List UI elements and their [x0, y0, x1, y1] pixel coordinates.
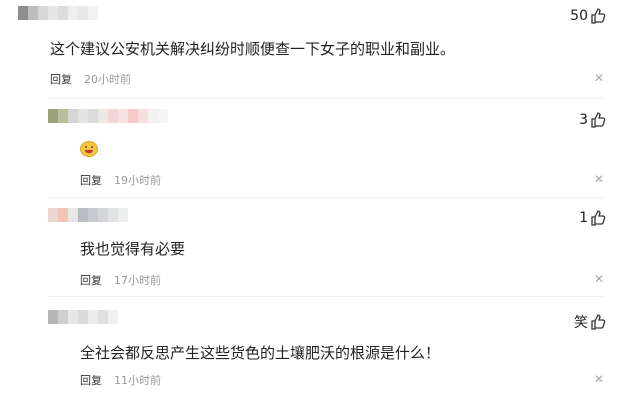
laughing-emoji-icon: [80, 141, 98, 157]
close-icon[interactable]: ✕: [594, 71, 604, 85]
close-icon[interactable]: ✕: [594, 272, 604, 286]
comment-meta: 回复 20小时前: [50, 71, 131, 87]
thumbs-up-icon: [591, 112, 606, 128]
close-icon[interactable]: ✕: [594, 172, 604, 186]
comment-text: 全社会都反思产生这些货色的土壤肥沃的根源是什么！: [80, 344, 441, 362]
thumbs-up-icon: [591, 8, 606, 24]
close-icon[interactable]: ✕: [594, 372, 604, 386]
comment-item: 50 这个建议公安机关解决纠纷时顺便查一下女子的职业和副业。 回复 20小时前 …: [0, 0, 640, 95]
timestamp: 17小时前: [114, 274, 161, 287]
username-pixelated[interactable]: [48, 208, 128, 222]
divider: [48, 296, 604, 297]
timestamp: 20小时前: [84, 73, 131, 86]
like-button[interactable]: 50: [570, 8, 606, 24]
username-pixelated[interactable]: [48, 310, 118, 324]
timestamp: 19小时前: [114, 174, 161, 187]
comment-text: 这个建议公安机关解决纠纷时顺便查一下女子的职业和副业。: [50, 40, 456, 58]
like-button[interactable]: 1: [579, 210, 606, 226]
like-count: 笑: [574, 315, 588, 331]
comment-meta: 回复 11小时前: [80, 372, 161, 388]
username-pixelated[interactable]: [18, 6, 98, 20]
like-count: 3: [579, 112, 588, 128]
comment-meta: 回复 19小时前: [80, 172, 161, 188]
reply-button[interactable]: 回复: [80, 172, 102, 188]
like-count: 1: [579, 210, 588, 226]
comment-meta: 回复 17小时前: [80, 272, 161, 288]
divider: [48, 98, 604, 99]
like-button[interactable]: 3: [579, 112, 606, 128]
reply-button[interactable]: 回复: [80, 372, 102, 388]
timestamp: 11小时前: [114, 374, 161, 387]
reply-button[interactable]: 回复: [50, 71, 72, 87]
reply-button[interactable]: 回复: [80, 272, 102, 288]
comment-item: 3 回复 19小时前 ✕: [0, 100, 640, 198]
username-pixelated[interactable]: [48, 109, 168, 123]
like-count: 50: [570, 8, 588, 24]
thumbs-up-icon: [591, 210, 606, 226]
comment-item: 1 我也觉得有必要 回复 17小时前 ✕: [0, 198, 640, 294]
comment-item: 笑 全社会都反思产生这些货色的土壤肥沃的根源是什么！ 回复 11小时前 ✕: [0, 298, 640, 400]
like-button[interactable]: 笑: [574, 312, 606, 332]
comment-text: 我也觉得有必要: [80, 240, 186, 258]
thumbs-up-icon: [591, 314, 606, 330]
